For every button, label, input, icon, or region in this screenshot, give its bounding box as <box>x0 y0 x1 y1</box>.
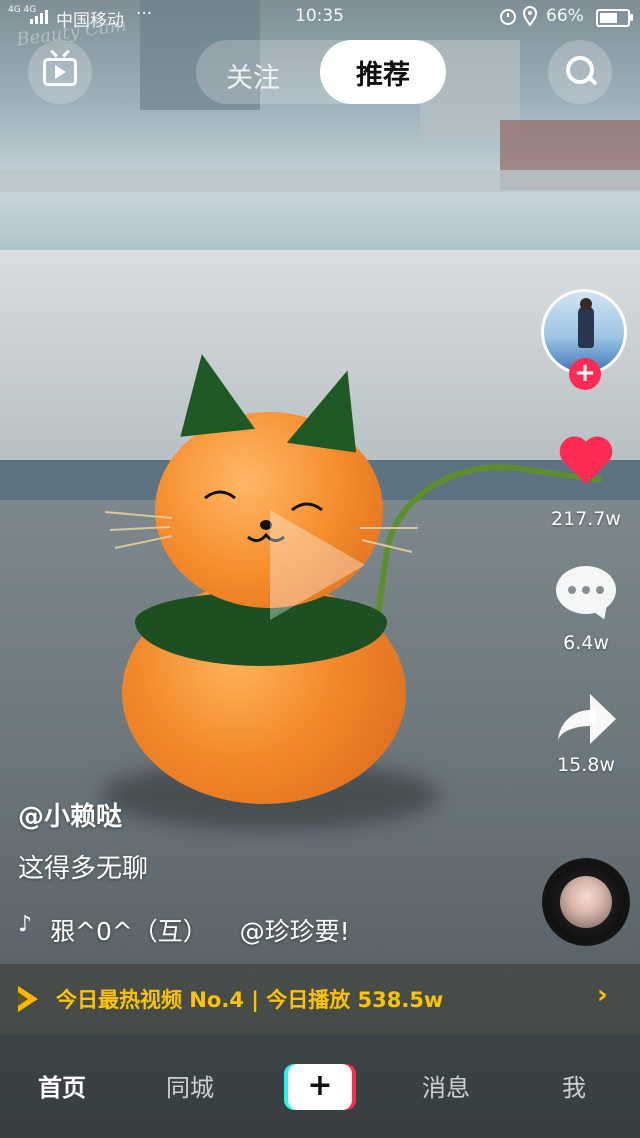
share-button[interactable] <box>552 694 620 750</box>
tv-icon <box>43 58 77 86</box>
music-note-icon: ♪ <box>18 912 33 937</box>
location-icon <box>522 6 538 26</box>
more-dots: ··· <box>136 4 153 24</box>
music-disc[interactable] <box>542 858 630 946</box>
create-video-button[interactable]: + <box>284 1064 356 1110</box>
tab-nearby[interactable]: 同城 <box>166 1068 214 1103</box>
comment-count: 6.4w <box>563 632 609 654</box>
bottom-tab-bar: 首页 同城 + 消息 我 <box>0 1034 640 1138</box>
play-icon[interactable] <box>270 510 365 620</box>
like-button[interactable] <box>552 438 620 498</box>
battery-percent: 66% <box>546 6 584 26</box>
comment-icon-dots <box>568 586 604 594</box>
comment-icon <box>556 566 616 614</box>
avatar-figure <box>578 298 594 348</box>
author-name[interactable]: @小赖哒 <box>18 796 122 833</box>
tab-home[interactable]: 首页 <box>38 1068 86 1103</box>
feed-tabs: 关注 推荐 <box>196 40 446 104</box>
plus-icon: + <box>288 1064 352 1110</box>
video-caption: 这得多无聊 <box>18 854 149 884</box>
signal-icon <box>30 10 48 24</box>
hot-video-banner[interactable]: 今日最热视频 No.4 | 今日播放 538.5w › <box>0 964 640 1034</box>
comment-button[interactable] <box>552 566 620 626</box>
follow-button[interactable]: + <box>569 358 601 390</box>
chevron-right-icon: › <box>597 980 608 1010</box>
tab-messages[interactable]: 消息 <box>422 1068 470 1103</box>
tv-play-icon <box>55 65 66 79</box>
tab-recommended[interactable]: 推荐 <box>320 40 446 104</box>
heart-icon <box>558 438 614 490</box>
music-title[interactable]: 㸧^0^（互） @珍珍要! <box>50 912 350 948</box>
battery-fill <box>600 13 617 23</box>
tab-profile[interactable]: 我 <box>562 1068 586 1103</box>
share-icon <box>556 694 616 744</box>
alarm-icon <box>500 9 516 25</box>
hot-banner-text: 今日最热视频 No.4 | 今日播放 538.5w <box>56 988 444 1012</box>
battery-icon <box>596 9 633 27</box>
music-cover-avatar <box>560 876 612 928</box>
search-button[interactable] <box>548 40 612 104</box>
share-count: 15.8w <box>557 754 615 776</box>
clock: 10:35 <box>295 6 344 26</box>
tab-following[interactable]: 关注 <box>226 56 280 95</box>
like-count: 217.7w <box>551 508 621 530</box>
live-tv-button[interactable] <box>28 40 92 104</box>
share-icon-head <box>590 694 616 744</box>
hot-play-icon <box>18 986 38 1012</box>
